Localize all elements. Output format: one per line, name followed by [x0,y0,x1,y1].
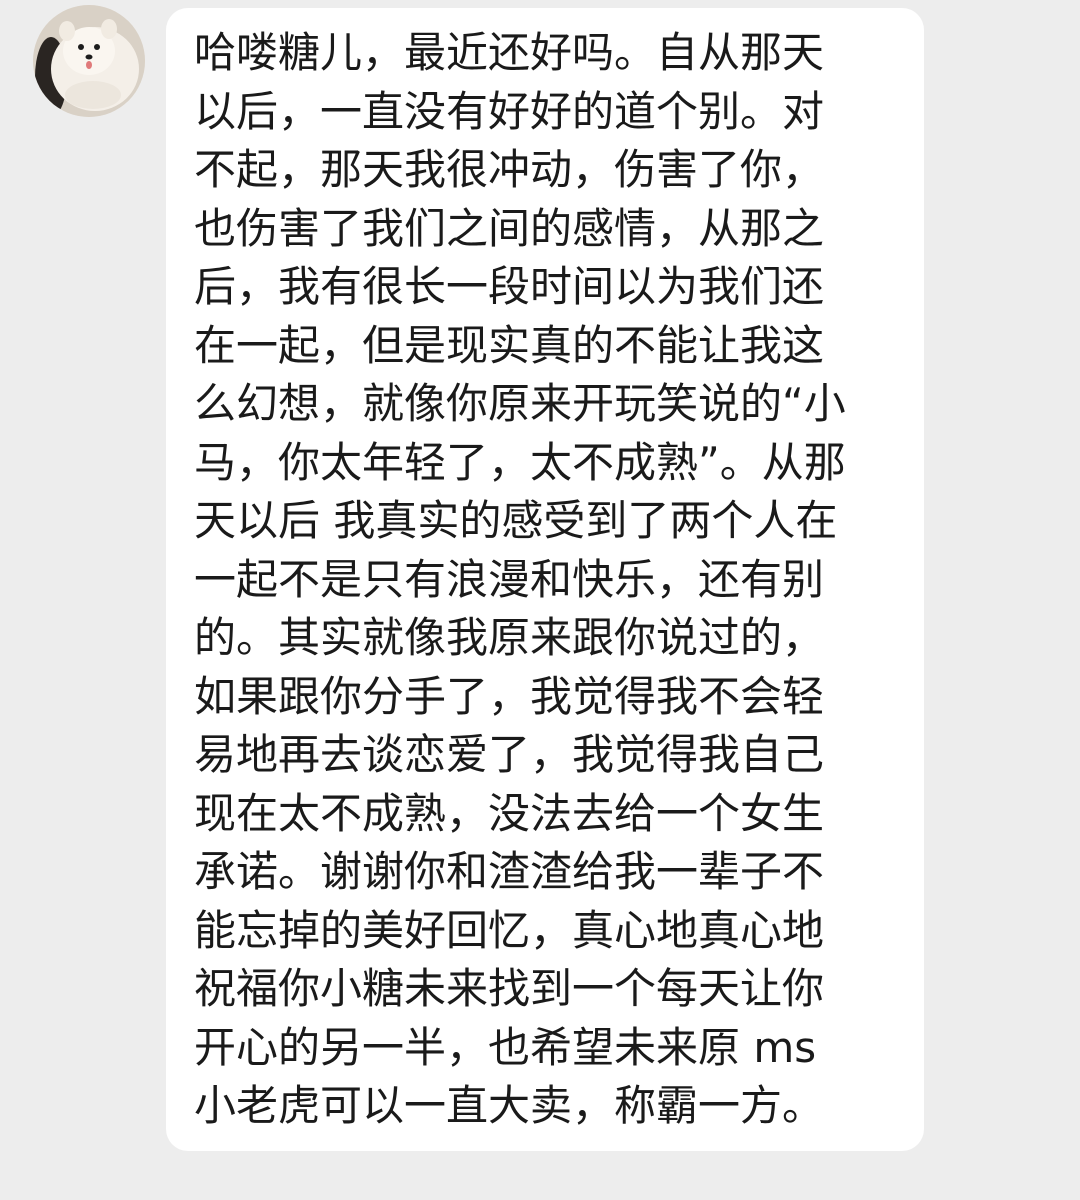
message-line: 一起不是只有浪漫和快乐，还有别 [194,554,825,604]
message-line: 开心的另一半，也希望未来原 ms [194,1022,817,1072]
message-line: 能忘掉的美好回忆，真心地真心地 [194,905,825,955]
message-line: 后，我有很长一段时间以为我们还 [194,262,825,311]
message-bubble[interactable]: 哈喽糖儿，最近还好吗。自从那天 以后，一直没有好好的道个别。对 不起，那天我很冲… [166,8,924,1151]
message-line: 马，你太年轻了，太不成熟”。从那 [194,437,846,487]
message-line: 也伤害了我们之间的感情，从那之 [194,203,825,253]
message-line: 易地再去谈恋爱了，我觉得我自己 [194,730,825,779]
message-line: 天以后 我真实的感受到了两个人在 [194,496,838,545]
message-line: 以后，一直没有好好的道个别。对 [194,86,825,136]
message-text: 哈喽糖儿，最近还好吗。自从那天 以后，一直没有好好的道个别。对 不起，那天我很冲… [194,24,904,1136]
message-line: 如果跟你分手了，我觉得我不会轻 [194,671,825,721]
message-line: 祝福你小糖未来找到一个每天让你 [194,964,825,1013]
message-line: 现在太不成熟，没法去给一个女生 [194,788,825,838]
message-line: 哈喽糖儿，最近还好吗。自从那天 [194,28,825,77]
message-line: 在一起，但是现实真的不能让我这 [194,320,825,370]
pomeranian-dog-icon [33,5,145,117]
avatar[interactable] [33,5,145,117]
message-line: 么幻想，就像你原来开玩笑说的“小 [194,379,846,428]
message-line: 承诺。谢谢你和渣渣给我一辈子不 [194,847,825,896]
message-line: 不起，那天我很冲动，伤害了你， [194,145,825,194]
message-line: 的。其实就像我原来跟你说过的， [194,613,825,662]
message-line: 小老虎可以一直大卖，称霸一方。 [194,1081,825,1130]
